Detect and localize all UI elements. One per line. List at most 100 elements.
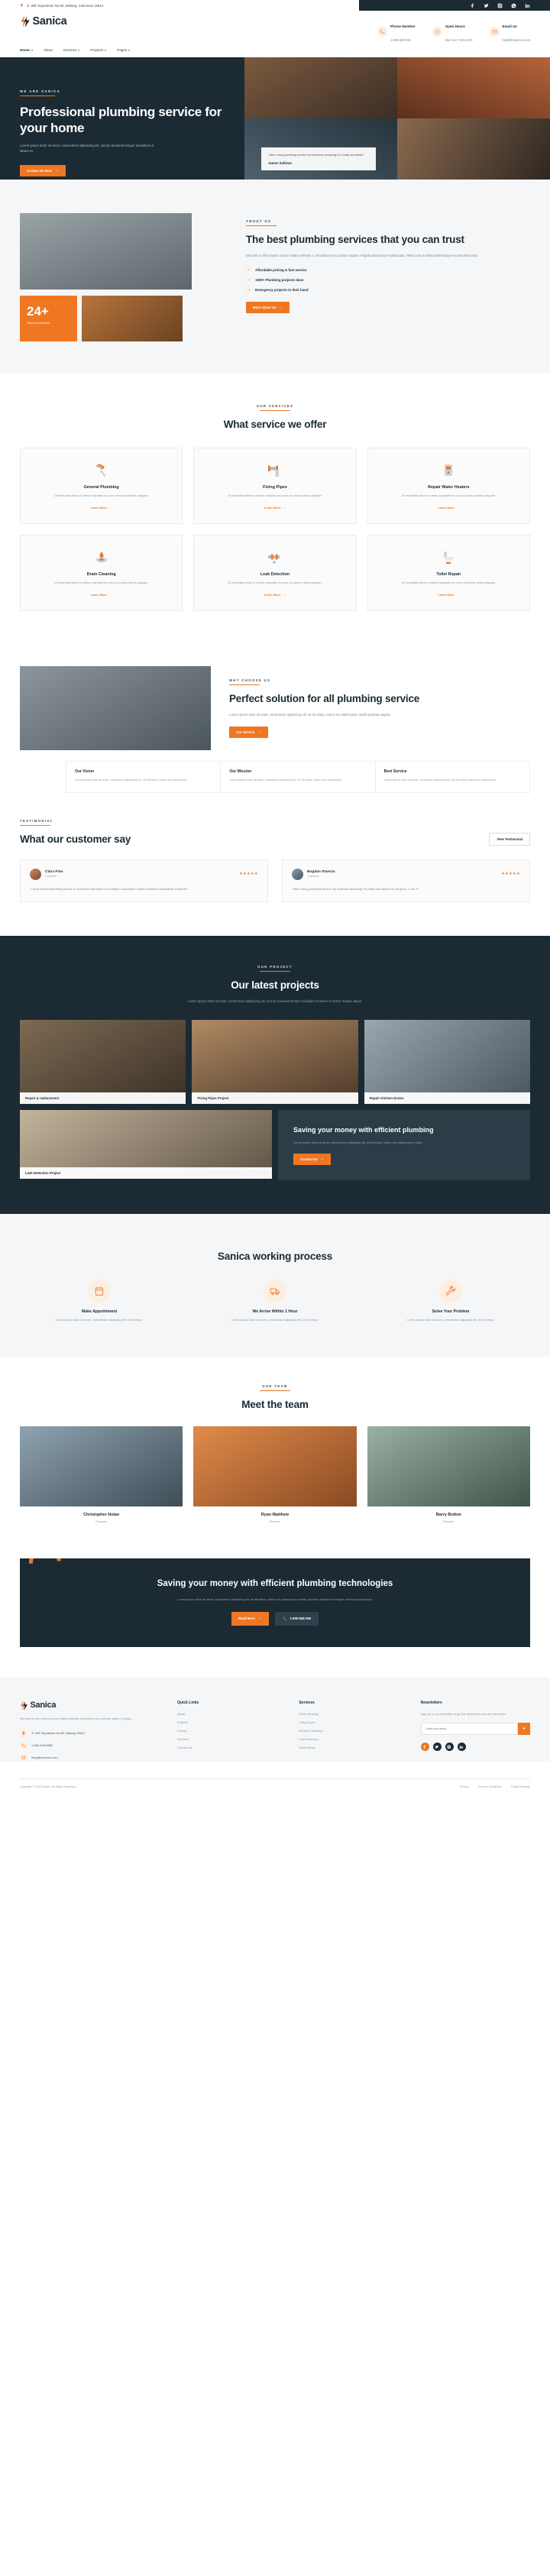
footer-contact-phone[interactable]: 1-800-508-0888 — [20, 1741, 165, 1749]
eyebrow-rule — [260, 971, 290, 972]
value-desc: Lorem ipsum dolor sit amet, consetetur a… — [383, 778, 497, 782]
nav-item-services[interactable]: Services — [63, 48, 80, 52]
service-card[interactable]: Fixing Pipes Ut venenatis tellus in metu… — [193, 448, 357, 525]
project-card[interactable]: Repair & replacement — [20, 1019, 186, 1104]
nav-item-projects[interactable]: Projects — [90, 48, 107, 52]
cta-primary-button[interactable]: Read More → — [231, 1611, 269, 1626]
hero-cta-button[interactable]: Contact Us Now → — [20, 164, 66, 176]
check-item: 1000+ Plumbing projects done — [246, 277, 530, 283]
footer-link[interactable]: Fixing Pipes — [299, 1720, 408, 1724]
footer-contact-email[interactable]: help@tokomoo.com — [20, 1753, 165, 1762]
team-title: Meet the team — [241, 1398, 309, 1410]
why-cta-label: Our Service — [236, 730, 255, 734]
instagram-icon[interactable] — [497, 3, 503, 8]
team-section: OUR TEAM Meet the team Christopher Nolan… — [0, 1356, 550, 1555]
learn-more-link[interactable]: Learn More → — [264, 506, 286, 510]
instagram-icon[interactable] — [445, 1743, 454, 1752]
why-content: WHY CHOOSE US Perfect solution for all p… — [229, 666, 530, 750]
service-card[interactable]: Leak Detection Ut venenatis tellus in me… — [193, 535, 357, 611]
footer-bottom-link[interactable]: Terms & Conditions — [478, 1785, 502, 1788]
project-caption: Repair & replacement — [20, 1092, 186, 1104]
projects-header: OUR PROJECT Our latest projects Lorem ip… — [20, 965, 530, 1005]
project-card[interactable]: Fixing Pipes Project — [192, 1019, 358, 1104]
header-contact-phone[interactable]: Phone Number 1-800-508-266 — [377, 18, 416, 45]
why-photo — [20, 665, 211, 750]
nav-item-pages[interactable]: Pages — [117, 48, 131, 52]
linkedin-icon[interactable] — [457, 1743, 466, 1752]
top-bar: Jl. WR Supratman No.80, Malang, Indonesi… — [0, 0, 550, 11]
footer-link[interactable]: Services — [177, 1737, 286, 1741]
check-item: Affordable pricing & fast service — [246, 267, 530, 273]
footer-logo[interactable]: Sanica — [20, 1700, 165, 1710]
header-contacts: Phone Number 1-800-508-266 Open Hours Mo… — [377, 15, 530, 45]
footer-column-title: Services — [299, 1700, 315, 1705]
learn-more-link[interactable]: Learn More → — [438, 593, 459, 597]
team-member-role: Plumber — [269, 1519, 281, 1524]
header-contact-email[interactable]: Email Us help@tokomoo.com — [489, 18, 530, 45]
check-label: Affordable pricing & fast service — [255, 267, 307, 272]
view-testimonial-button[interactable]: View Testimonial — [489, 832, 530, 846]
footer-bottom-link[interactable]: Privacy — [460, 1785, 469, 1788]
learn-more-label: Learn More — [438, 592, 455, 597]
footer-link[interactable]: About — [177, 1712, 286, 1716]
footer-link[interactable]: Pricing — [177, 1729, 286, 1733]
cta-phone-button[interactable]: 1-800-508-266 — [274, 1611, 319, 1626]
promo-cta-button[interactable]: Contact Us → — [293, 1154, 332, 1166]
check-icon — [246, 267, 251, 273]
service-card[interactable]: Toilet Repair Ut venenatis tellus in met… — [367, 535, 530, 611]
footer-link[interactable]: Projects — [177, 1720, 286, 1724]
water-heater-icon — [378, 461, 519, 481]
testimonial-card: Clara Finn Customer ★★★★★ "I recommend p… — [20, 859, 268, 903]
nav-item-home[interactable]: Home — [20, 48, 33, 52]
footer-link[interactable]: Drain Cleaning — [299, 1712, 408, 1716]
footer-bottom-link[interactable]: Cookie Settings — [511, 1785, 530, 1788]
process-step-desc: Lorem ipsum dolor sit amet, consectetur … — [406, 1319, 495, 1322]
service-card[interactable]: General Plumbing Ut venenatis tellus in … — [20, 448, 183, 525]
newsletter-email-input[interactable] — [420, 1723, 518, 1736]
service-card[interactable]: Drain Cleaning Ut venenatis tellus in me… — [20, 535, 183, 611]
about-section: 24+ Years Experience ABOUT US The best p… — [0, 180, 550, 374]
brand-logo[interactable]: Sanica — [20, 15, 67, 28]
process-step-title: Make Appointment — [81, 1309, 118, 1315]
value-box-vision: Our Vision Lorem ipsum dolor sit amet, c… — [66, 760, 222, 793]
arrow-right-icon: → — [320, 1157, 325, 1161]
hero-quote-author: James Sullivan — [268, 161, 293, 165]
footer-link[interactable]: Leak Detection — [299, 1737, 408, 1741]
service-card[interactable]: Repair Water Heaters Ut venenatis tellus… — [367, 448, 530, 525]
footer-link[interactable]: Contact Us — [177, 1746, 286, 1749]
why-cta-button[interactable]: Our Service → — [229, 726, 268, 738]
services-eyebrow: OUR SERVICES — [256, 404, 294, 408]
why-title: Perfect solution for all plumbing servic… — [229, 692, 420, 704]
footer-link[interactable]: Toilet Repair — [299, 1746, 408, 1749]
contact-label: Open Hours — [445, 24, 465, 28]
twitter-icon[interactable] — [484, 3, 489, 8]
whatsapp-icon[interactable] — [511, 3, 516, 8]
project-card[interactable]: Repair Kitchen Drains — [364, 1019, 530, 1104]
learn-more-link[interactable]: Learn More → — [264, 593, 286, 597]
team-member: Christopher Nolan Founder — [20, 1426, 183, 1523]
promo-title: Saving your money with efficient plumbin… — [293, 1125, 434, 1134]
twitter-icon[interactable] — [432, 1743, 442, 1752]
nav-item-about[interactable]: About — [44, 48, 53, 52]
footer-link[interactable]: General Plumbing — [299, 1729, 408, 1733]
chevron-down-icon — [78, 49, 80, 51]
newsletter-submit-button[interactable]: ➤ — [517, 1723, 530, 1736]
testimonial-cards: Clara Finn Customer ★★★★★ "I recommend p… — [20, 859, 530, 903]
facebook-icon[interactable] — [420, 1743, 429, 1752]
learn-more-link[interactable]: Learn More → — [438, 506, 459, 510]
eyebrow-rule — [20, 824, 50, 826]
learn-more-link[interactable]: Learn More → — [91, 593, 112, 597]
footer-description: Est ante in nibh mauris cursus mattis mo… — [20, 1717, 132, 1720]
footer-contact-text: 1-800-508-0888 — [31, 1743, 53, 1748]
header-contact-hours: Open Hours Mon Sat 7:00-18:00 — [432, 18, 473, 45]
process-step-title: Solve Your Problem — [432, 1309, 470, 1315]
facebook-icon[interactable] — [470, 3, 475, 8]
truck-icon — [264, 1280, 286, 1303]
testimonial-name: Bogdan Stanciu — [307, 870, 335, 875]
linkedin-icon[interactable] — [525, 3, 530, 8]
about-cta-button[interactable]: More About Us → — [246, 301, 290, 313]
about-eyebrow: ABOUT US — [246, 219, 272, 223]
project-card[interactable]: Leak Detection Project — [20, 1109, 272, 1179]
avatar — [292, 868, 303, 880]
learn-more-link[interactable]: Learn More → — [91, 506, 112, 510]
